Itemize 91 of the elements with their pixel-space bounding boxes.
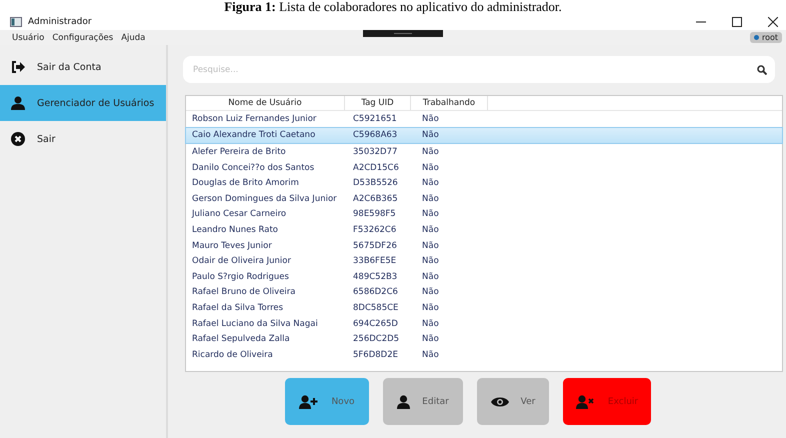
table-cell-text: Não [421,146,440,157]
view-button[interactable]: Ver [477,378,549,425]
table-row[interactable]: Rafael Sepulveda Zalla 256DC2D5 Não [186,331,782,347]
menu-item[interactable]: Configurações [52,32,114,42]
menu-item[interactable]: Usuário [12,32,44,42]
table-cell-text: 98E598F5 [352,209,397,220]
column-header[interactable]: Nome de Usuário [186,96,345,110]
table-cell-text: 6586D2C6 [352,287,399,298]
table-cell-text: Não [421,194,440,204]
table-cell-text: Paulo S?rgio Rodrigues [191,272,290,282]
figure-caption: Figura 1: Lista de colaboradores no aplicativo do administrador. [223,0,563,14]
table-cell-text: 33B6FE5E [352,256,398,266]
edit-button[interactable]: Editar [383,378,463,425]
table-row[interactable]: Rafael Bruno de Oliveira 6586D2C6 Não [186,284,782,300]
drag-handle[interactable] [363,30,443,37]
table-cell-text: Não [421,224,440,235]
app-icon [10,17,22,27]
user-icon [11,96,25,110]
table-cell-text: Rafael Bruno de Oliveira [191,287,296,298]
table-cell-text: Caio Alexandre Troti Caetano [191,130,316,140]
exit-icon [11,61,25,73]
user-icon [397,394,410,408]
table-cell-text: A2C6B365 [352,194,399,204]
table-cell-text: Não [421,272,440,282]
table-cell-text: 8DC585CE [352,302,400,313]
sidebar-item[interactable]: Sair [0,121,166,157]
table-row[interactable]: Rafael Luciano da Silva Nagai 694C265D Não [186,316,782,332]
column-header[interactable]: Tag UID [345,96,411,110]
table-cell-text: Não [421,162,440,173]
table-cell-text: Rafael da Silva Torres [191,302,284,313]
table-cell-text: Não [421,287,440,298]
sidebar-item[interactable]: Gerenciador de Usuários [0,85,166,121]
user-badge: root [750,32,782,43]
search-field[interactable]: Pesquise... [183,56,775,83]
table-cell-text: 5F6D8D2E [352,350,399,360]
table-cell-text: D53B5526 [352,178,399,188]
table-cell-text: Não [421,209,440,220]
remove-user-icon [576,394,596,408]
menu-item[interactable]: Ajuda [121,32,146,42]
table-cell-text: Não [421,114,440,124]
sidebar-item[interactable]: Sair da Conta [0,49,166,85]
table-cell-text: 5675DF26 [352,240,398,251]
table-row[interactable]: Juliano Cesar Carneiro 98E598F5 Não [186,206,782,222]
table-cell-text: 694C265D [352,318,399,329]
table-row[interactable]: Alefer Pereira de Brito 35032D77 Não [186,144,782,160]
add-user-icon [299,394,320,408]
table-cell-text: Não [421,350,440,360]
close-circle-icon [11,132,25,146]
table-cell-text: 35032D77 [352,146,398,157]
table-row[interactable]: Ricardo de Oliveira 5F6D8D2E Não [186,346,782,362]
table-cell-text: C5968A63 [352,130,398,140]
table-cell-text: Alefer Pereira de Brito [191,146,287,157]
table-row[interactable]: Rafael da Silva Torres 8DC585CE Não [186,300,782,316]
table-cell-text: Não [421,318,440,329]
eye-icon [490,396,509,408]
table-cell-text: Não [421,130,440,140]
table-cell-text: C5921651 [352,114,398,124]
table-cell-text: Não [421,178,440,188]
table-cell-text: Juliano Cesar Carneiro [190,209,288,220]
window-title: Administrador [28,17,92,27]
table-cell-text: Rafael Sepulveda Zalla [191,334,291,344]
table-cell-text: Odair de Oliveira Junior [191,256,292,266]
table-cell-text: A2CD15C6 [352,162,400,173]
table-row[interactable]: Gerson Domingues da Silva Junior A2C6B365 Não [186,190,782,207]
table-cell-text: Leandro Nunes Rato [191,224,279,235]
table-cell-text: F53262C6 [352,224,398,235]
close-icon[interactable] [768,17,778,27]
search-icon[interactable] [757,65,767,75]
table-cell-text: 489C52B3 [352,272,398,282]
table-cell-text: 256DC2D5 [352,334,400,344]
table-row[interactable]: Douglas de Brito Amorim D53B5526 Não [186,175,782,191]
table-row[interactable]: Paulo S?rgio Rodrigues 489C52B3 Não [186,268,782,285]
table-cell-text: Danilo Concei??o dos Santos [191,162,316,173]
table-cell-text: Não [421,240,440,251]
table-cell-text: Não [421,334,440,344]
table-cell-text: Não [421,256,440,266]
table-cell-text: Ricardo de Oliveira [191,350,274,360]
table-row[interactable]: Danilo Concei??o dos Santos A2CD15C6 Não [186,160,782,176]
table-row[interactable]: Robson Luiz Fernandes Junior C5921651 Não [186,111,782,127]
table-row[interactable]: Odair de Oliveira Junior 33B6FE5E Não [186,253,782,269]
table-row[interactable]: Mauro Teves Junior 5675DF26 Não [186,238,782,254]
table-cell-text: Douglas de Brito Amorim [191,178,300,188]
maximize-icon[interactable] [732,17,742,27]
table-cell-text: Não [421,302,440,313]
table-cell-text: Gerson Domingues da Silva Junior [191,194,338,204]
table-cell-text: Rafael Luciano da Silva Nagai [191,318,319,329]
table-row[interactable]: Leandro Nunes Rato F53262C6 Não [186,222,782,238]
table-cell-text: Mauro Teves Junior [191,240,273,251]
table-row[interactable]: Caio Alexandre Troti Caetano C5968A63 Não [185,126,783,144]
column-header[interactable]: Trabalhando [411,96,488,110]
table-cell-text: Robson Luiz Fernandes Junior [191,114,318,124]
